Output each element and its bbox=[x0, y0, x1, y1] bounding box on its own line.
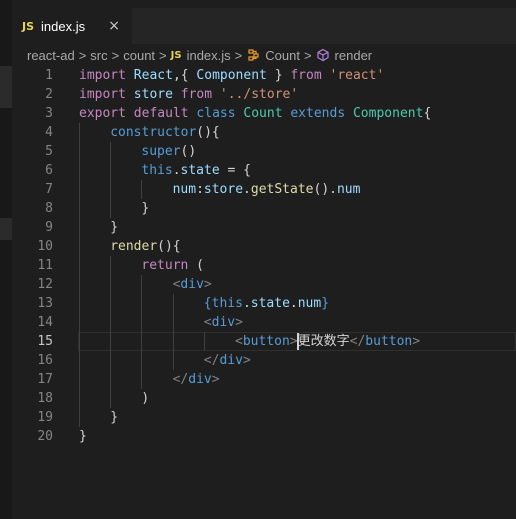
line-number: 2 bbox=[45, 87, 53, 102]
text-cursor bbox=[297, 333, 300, 350]
tab-index-js[interactable]: JS index.js × bbox=[12, 8, 132, 44]
line-number: 3 bbox=[45, 106, 53, 121]
code-text: num:store.getState().num bbox=[172, 182, 361, 197]
activity-bar-indicator bbox=[0, 218, 12, 240]
javascript-file-icon: JS bbox=[22, 19, 35, 33]
indent-guide bbox=[79, 123, 80, 427]
code-text: {this.state.num} bbox=[203, 296, 330, 311]
chevron-right-icon: > bbox=[78, 47, 87, 63]
code-text: <div> bbox=[172, 277, 212, 292]
line-number: 14 bbox=[37, 315, 53, 330]
indent-guide bbox=[141, 180, 143, 199]
editor-tab-bar: JS index.js × bbox=[12, 8, 516, 44]
code-line[interactable]: 11 return ( bbox=[12, 256, 516, 275]
code-editor[interactable]: 1 import React,{ Component } from 'react'… bbox=[12, 66, 516, 519]
code-text: constructor(){ bbox=[110, 125, 220, 140]
code-text: } bbox=[79, 429, 87, 444]
line-number: 13 bbox=[37, 296, 53, 311]
line-number: 9 bbox=[45, 220, 53, 235]
code-line[interactable]: 18) bbox=[12, 389, 516, 408]
line-number: 15 bbox=[37, 334, 53, 349]
code-text: } bbox=[110, 220, 119, 235]
code-text: export default class Count extends Compo… bbox=[79, 106, 432, 121]
activity-bar bbox=[0, 0, 12, 519]
code-text: import React,{ Component } from 'react' bbox=[79, 68, 385, 83]
code-text: } bbox=[141, 201, 150, 216]
indent-guide bbox=[110, 142, 112, 218]
code-line[interactable]: 17 </div> bbox=[12, 370, 516, 389]
code-text: render(){ bbox=[110, 239, 181, 254]
line-number: 4 bbox=[45, 125, 53, 140]
line-number: 8 bbox=[45, 201, 53, 216]
code-line[interactable]: 9} bbox=[12, 218, 516, 237]
code-line[interactable]: 5 super() bbox=[12, 142, 516, 161]
code-line[interactable]: 20} bbox=[12, 427, 516, 446]
activity-bar-indicator bbox=[0, 66, 12, 108]
line-number: 5 bbox=[45, 144, 53, 159]
code-line[interactable]: 7 num:store.getState().num bbox=[12, 180, 516, 199]
code-line[interactable]: 4 constructor(){ bbox=[12, 123, 516, 142]
code-text: <button>更改数字</button> bbox=[235, 334, 421, 349]
line-number: 17 bbox=[37, 372, 53, 387]
code-text: this.state = { bbox=[141, 163, 251, 178]
code-line[interactable]: 16 </div> bbox=[12, 351, 516, 370]
code-line[interactable]: 14 <div> bbox=[12, 313, 516, 332]
breadcrumb-item-react-ad[interactable]: react-ad bbox=[27, 48, 75, 63]
breadcrumb-item-index-js[interactable]: index.js bbox=[187, 48, 231, 63]
breadcrumb-item-render[interactable]: render bbox=[335, 48, 373, 63]
breadcrumb-item-count-class[interactable]: Count bbox=[265, 48, 300, 63]
line-number: 19 bbox=[37, 410, 53, 425]
code-text: return ( bbox=[141, 258, 205, 273]
line-number: 11 bbox=[37, 258, 53, 273]
chevron-right-icon: > bbox=[159, 47, 167, 63]
code-line[interactable]: 2 import store from '../store' bbox=[12, 85, 516, 104]
indent-guide bbox=[172, 294, 174, 370]
code-line[interactable]: 10 render(){ bbox=[12, 237, 516, 256]
code-line[interactable]: 13 {this.state.num} bbox=[12, 294, 516, 313]
method-symbol-icon bbox=[316, 48, 329, 62]
code-text: </div> bbox=[203, 353, 251, 368]
chevron-right-icon: > bbox=[234, 47, 243, 63]
line-number: 20 bbox=[37, 429, 53, 444]
code-line[interactable]: 8} bbox=[12, 199, 516, 218]
line-number: 18 bbox=[37, 391, 53, 406]
code-text: } bbox=[110, 410, 119, 425]
chevron-right-icon: > bbox=[303, 47, 312, 63]
breadcrumb-item-src[interactable]: src bbox=[90, 48, 107, 63]
code-line[interactable]: 3 export default class Count extends Comp… bbox=[12, 104, 516, 123]
chevron-right-icon: > bbox=[111, 47, 120, 63]
javascript-file-icon: JS bbox=[170, 49, 182, 61]
code-line[interactable]: 6 this.state = { bbox=[12, 161, 516, 180]
code-text: super() bbox=[141, 144, 197, 159]
line-number: 7 bbox=[45, 182, 53, 197]
code-text: import store from '../store' bbox=[79, 87, 299, 102]
line-number: 10 bbox=[37, 239, 53, 254]
code-line[interactable]: 19} bbox=[12, 408, 516, 427]
indent-guide bbox=[141, 275, 143, 389]
code-text: <div> bbox=[203, 315, 243, 330]
line-number: 12 bbox=[37, 277, 53, 292]
class-symbol-icon bbox=[248, 49, 259, 61]
close-icon[interactable]: × bbox=[108, 17, 120, 35]
code-line[interactable]: 12 <div> bbox=[12, 275, 516, 294]
line-number: 6 bbox=[45, 163, 53, 178]
indent-guide bbox=[203, 332, 205, 351]
breadcrumb-item-count[interactable]: count bbox=[123, 48, 155, 63]
code-text: </div> bbox=[172, 372, 220, 387]
indent-guide bbox=[110, 256, 112, 408]
code-line[interactable]: 15 <button>更改数字</button> bbox=[12, 332, 516, 351]
line-number: 16 bbox=[37, 353, 53, 368]
tab-label: index.js bbox=[41, 18, 86, 34]
code-line[interactable]: 1 import React,{ Component } from 'react' bbox=[12, 66, 516, 85]
line-number: 1 bbox=[45, 68, 53, 83]
code-text: ) bbox=[141, 391, 150, 406]
breadcrumb: react-ad > src > count > JS index.js > C… bbox=[12, 44, 516, 66]
